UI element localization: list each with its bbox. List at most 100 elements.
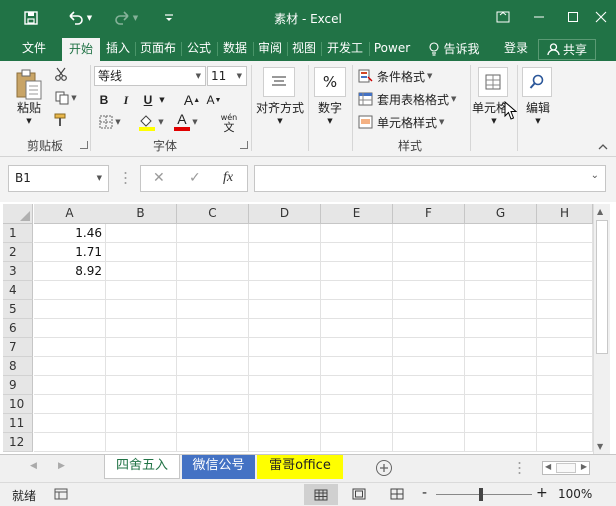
cell-d10[interactable] (249, 395, 321, 414)
paste-button[interactable]: 粘贴 (10, 99, 48, 115)
cell-a5[interactable] (34, 300, 106, 319)
row-header-3[interactable]: 3 (3, 262, 33, 281)
cell-a10[interactable] (34, 395, 106, 414)
normal-view-icon[interactable] (304, 484, 338, 505)
tab-page-layout[interactable]: 页面布 (136, 37, 180, 61)
close-icon[interactable] (586, 6, 616, 28)
row-header-11[interactable]: 11 (3, 414, 33, 433)
column-header-h[interactable]: H (537, 204, 593, 224)
conditional-formatting-button[interactable]: 条件格式 ▼ (358, 66, 458, 86)
cell-f2[interactable] (393, 243, 465, 262)
font-color-button[interactable]: A ▼ (170, 111, 202, 133)
cell-g7[interactable] (465, 338, 537, 357)
ribbon-display-options-icon[interactable] (488, 6, 518, 28)
cell-a8[interactable] (34, 357, 106, 376)
cell-b11[interactable] (105, 414, 177, 433)
alignment-icon[interactable] (263, 67, 295, 97)
cell-e7[interactable] (321, 338, 393, 357)
scroll-up-icon[interactable]: ▲ (597, 207, 603, 216)
borders-icon[interactable]: ▼ (95, 113, 125, 131)
cell-b4[interactable] (105, 281, 177, 300)
row-header-12[interactable]: 12 (3, 433, 33, 452)
vertical-scrollbar[interactable]: ▲ ▼ (593, 204, 610, 454)
number-format-button[interactable]: % (314, 67, 346, 97)
expand-formula-icon[interactable]: ⌄ (591, 170, 599, 181)
tab-home[interactable]: 开始 (62, 38, 100, 61)
cell-b3[interactable] (105, 262, 177, 281)
zoom-slider-track[interactable] (436, 494, 532, 495)
row-header-4[interactable]: 4 (3, 281, 33, 300)
insert-function-button[interactable]: fx (223, 170, 233, 186)
cut-icon[interactable] (52, 65, 70, 83)
cell-g11[interactable] (465, 414, 537, 433)
next-sheet-icon[interactable]: ▶ (58, 461, 65, 471)
cell-g8[interactable] (465, 357, 537, 376)
cells-icon[interactable] (478, 67, 508, 97)
scroll-right-icon[interactable]: ▶ (581, 462, 587, 471)
cell-d11[interactable] (249, 414, 321, 433)
cell-b10[interactable] (105, 395, 177, 414)
cell-h4[interactable] (537, 281, 593, 300)
italic-button[interactable]: I (118, 91, 134, 109)
cell-c6[interactable] (177, 319, 249, 338)
cell-f3[interactable] (393, 262, 465, 281)
sheet-tab-1[interactable]: 微信公号 (182, 455, 255, 479)
alignment-button[interactable]: 对齐方式 (254, 99, 306, 115)
cell-h1[interactable] (537, 224, 593, 243)
cell-e5[interactable] (321, 300, 393, 319)
sheet-tab-2[interactable]: 雷哥office (257, 455, 343, 479)
cell-e3[interactable] (321, 262, 393, 281)
copy-icon[interactable]: ▼ (52, 89, 80, 107)
cell-a6[interactable] (34, 319, 106, 338)
cell-h5[interactable] (537, 300, 593, 319)
cell-h10[interactable] (537, 395, 593, 414)
cell-c8[interactable] (177, 357, 249, 376)
sheet-tab-0[interactable]: 四舍五入 (104, 455, 180, 479)
decrease-font-button[interactable]: A ▼ (206, 91, 222, 109)
cell-c3[interactable] (177, 262, 249, 281)
cell-b6[interactable] (105, 319, 177, 338)
row-header-5[interactable]: 5 (3, 300, 33, 319)
cell-f7[interactable] (393, 338, 465, 357)
cell-h9[interactable] (537, 376, 593, 395)
phonetic-button[interactable]: wén 文 (212, 111, 246, 135)
cell-styles-button[interactable]: 单元格样式 ▼ (358, 112, 458, 132)
font-size-select[interactable]: 11 ▼ (207, 66, 247, 86)
cell-g4[interactable] (465, 281, 537, 300)
cell-c7[interactable] (177, 338, 249, 357)
number-dropdown-icon[interactable]: ▼ (320, 115, 340, 127)
cell-h2[interactable] (537, 243, 593, 262)
tab-file[interactable]: 文件 (14, 37, 54, 61)
cell-e4[interactable] (321, 281, 393, 300)
zoom-level[interactable]: 100% (558, 487, 592, 501)
cell-f4[interactable] (393, 281, 465, 300)
cell-d5[interactable] (249, 300, 321, 319)
cell-f6[interactable] (393, 319, 465, 338)
new-sheet-icon[interactable] (375, 459, 393, 477)
cell-h6[interactable] (537, 319, 593, 338)
tab-data[interactable]: 数据 (218, 37, 252, 61)
prev-sheet-icon[interactable]: ◀ (30, 461, 37, 471)
cell-d7[interactable] (249, 338, 321, 357)
page-layout-view-icon[interactable] (352, 488, 366, 503)
cancel-icon[interactable]: ✕ (153, 170, 165, 186)
alignment-dropdown-icon[interactable]: ▼ (270, 115, 290, 127)
cell-e6[interactable] (321, 319, 393, 338)
column-header-b[interactable]: B (105, 204, 177, 224)
formula-input[interactable]: ⌄ (254, 165, 606, 192)
cell-f10[interactable] (393, 395, 465, 414)
cell-b5[interactable] (105, 300, 177, 319)
tab-view[interactable]: 视图 (288, 37, 320, 61)
cell-f11[interactable] (393, 414, 465, 433)
format-painter-icon[interactable] (52, 111, 70, 129)
maximize-icon[interactable] (558, 6, 588, 28)
cell-a3[interactable]: 8.92 (34, 262, 106, 281)
enter-icon[interactable]: ✓ (189, 170, 201, 186)
cell-b12[interactable] (105, 433, 177, 452)
scroll-down-icon[interactable]: ▼ (597, 442, 603, 451)
scroll-thumb[interactable] (596, 220, 608, 354)
cell-b1[interactable] (105, 224, 177, 243)
minimize-icon[interactable] (524, 6, 554, 28)
cell-a9[interactable] (34, 376, 106, 395)
cell-a11[interactable] (34, 414, 106, 433)
